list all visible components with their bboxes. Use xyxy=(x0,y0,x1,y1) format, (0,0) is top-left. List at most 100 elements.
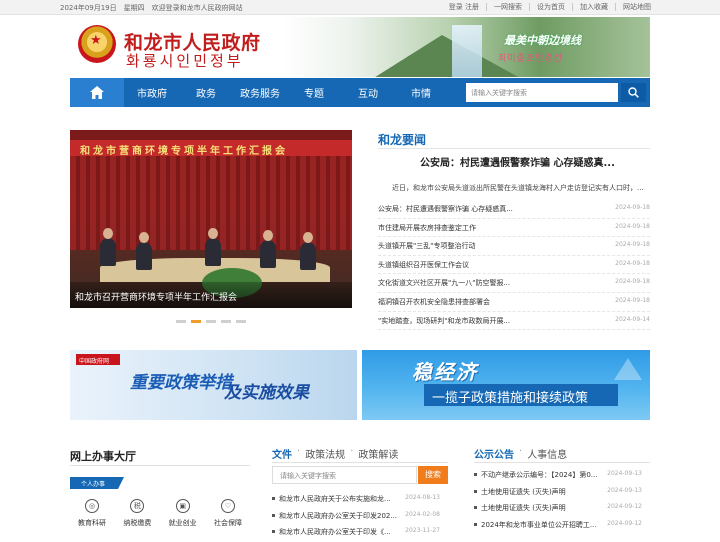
list-item[interactable]: 市住建局开展农房排查鉴定工作 2024-09-18 xyxy=(378,219,650,238)
news-title[interactable]: "实地踏查，现场研判"和龙市政数局开展... xyxy=(378,316,510,326)
attendee-figure xyxy=(260,230,276,268)
service-tax[interactable]: 税 纳税缴费 xyxy=(115,499,159,528)
home-button[interactable] xyxy=(70,78,124,107)
announce-title[interactable]: 土地使用证遗失 (灭失)声明 xyxy=(474,487,566,497)
news-title[interactable]: 公安局：村民遭遇假警察诈骗 心存疑惑真... xyxy=(378,204,513,214)
doc-title[interactable]: 和龙市人民政府办公室关于印发202... xyxy=(272,511,397,521)
tab-separator: · xyxy=(519,446,523,457)
nav-item-topics[interactable]: 专题 xyxy=(304,85,324,100)
doc-date: 2023-11-27 xyxy=(405,527,440,534)
news-title[interactable]: 市住建局开展农房排查鉴定工作 xyxy=(378,223,476,233)
list-item[interactable]: 和龙市人民政府关于公布实施和龙... 2024-08-13 xyxy=(272,492,448,509)
nav-item-government-affairs[interactable]: 政务 xyxy=(196,85,216,100)
list-item[interactable]: 和龙市人民政府办公室关于印发202... 2024-02-08 xyxy=(272,509,448,526)
policy-measures-banner[interactable]: 中国政府网 重要政策举措 及实施效果 xyxy=(70,350,357,420)
news-title[interactable]: 文化街道文兴社区开展"九一八"防空警报... xyxy=(378,278,510,288)
national-emblem-icon[interactable] xyxy=(78,25,116,63)
slider-dot-active[interactable] xyxy=(191,320,201,323)
news-title[interactable]: 福洞镇召开农机安全隐患排查部署会 xyxy=(378,297,490,307)
add-favorite-link[interactable]: 加入收藏 xyxy=(572,3,615,11)
attendee-figure xyxy=(100,228,116,266)
service-icon-grid: ◎ 教育科研 税 纳税缴费 ▣ 就业创业 ♡ 社会保障 xyxy=(70,499,250,528)
nav-item-gov-services[interactable]: 政务服务 xyxy=(240,85,280,100)
nav-item-city-info[interactable]: 市情 xyxy=(411,85,431,100)
nav-item-city-gov[interactable]: 市政府 xyxy=(137,85,167,100)
list-item[interactable]: 不动产继承公示编号：【2024】第0... 2024-09-13 xyxy=(474,468,650,485)
nav-search-button[interactable] xyxy=(621,83,646,102)
news-date: 2024-09-18 xyxy=(615,204,650,211)
list-item[interactable]: 文化街道文兴社区开展"九一八"防空警报... 2024-09-18 xyxy=(378,274,650,293)
announce-title[interactable]: 土地使用证遗失 (灭失)声明 xyxy=(474,503,566,513)
service-hall-heading[interactable]: 网上办事大厅 xyxy=(70,448,136,464)
attendee-figure xyxy=(205,228,221,266)
nav-search-input[interactable]: 请输入关键字搜索 xyxy=(466,83,618,102)
service-social-security[interactable]: ♡ 社会保障 xyxy=(206,499,250,528)
banner-slogan-korean: 최미중조변경선 xyxy=(498,54,563,64)
service-education[interactable]: ◎ 教育科研 xyxy=(70,499,114,528)
news-date: 2024-09-14 xyxy=(615,315,650,323)
docs-tabs: 文件 · 政策法规 · 政策解读 xyxy=(272,446,398,461)
list-item[interactable]: 头道镇开展"三乱"专项整治行动 2024-09-18 xyxy=(378,237,650,256)
list-item[interactable]: 头道镇组织召开医保工作会议 2024-09-18 xyxy=(378,256,650,275)
announce-title[interactable]: 2024年和龙市事业单位公开招聘工... xyxy=(474,520,597,530)
docs-list: 和龙市人民政府关于公布实施和龙... 2024-08-13 和龙市人民政府办公室关… xyxy=(272,492,448,542)
divider xyxy=(70,465,250,466)
list-item[interactable]: 和龙市人民政府办公室关于印发《... 2023-11-27 xyxy=(272,525,448,542)
news-slider-image[interactable]: 和龙市营商环境专项半年工作汇报会 和龙市召开营商环境专项半年工作汇报会 xyxy=(70,130,352,308)
docs-search-input[interactable]: 请输入关键字搜索 xyxy=(272,466,417,484)
tab-documents[interactable]: 文件 xyxy=(272,446,292,461)
sitemap-link[interactable]: 网站地图 xyxy=(615,3,658,11)
list-item[interactable]: "实地踏查，现场研判"和龙市政数局开展... 2024-09-14 xyxy=(378,312,650,331)
home-icon xyxy=(90,86,104,99)
slider-dot[interactable] xyxy=(206,320,216,323)
service-employment[interactable]: ▣ 就业创业 xyxy=(161,499,205,528)
list-item[interactable]: 土地使用证遗失 (灭失)声明 2024-09-13 xyxy=(474,485,650,502)
attendee-figure xyxy=(300,232,316,270)
announce-title[interactable]: 不动产继承公示编号：【2024】第0... xyxy=(474,470,597,480)
news-date: 2024-09-18 xyxy=(615,222,650,230)
news-heading[interactable]: 和龙要闻 xyxy=(378,131,426,148)
list-item[interactable]: 公安局：村民遭遇假警察诈骗 心存疑惑真... 2024-09-18 xyxy=(378,200,650,219)
news-title[interactable]: 头道镇开展"三乱"专项整治行动 xyxy=(378,241,475,251)
tab-personal-affairs[interactable]: 个人办事 xyxy=(70,477,124,489)
doc-title[interactable]: 和龙市人民政府办公室关于印发《... xyxy=(272,527,391,537)
tab-regulations[interactable]: 政策法规 xyxy=(305,446,345,461)
tab-announcements[interactable]: 公示公告 xyxy=(474,446,514,461)
search-all-link[interactable]: 一网搜索 xyxy=(486,3,529,11)
tab-separator: · xyxy=(297,446,301,457)
slider-dot[interactable] xyxy=(236,320,246,323)
banner-title: 稳经济 xyxy=(412,360,478,384)
doc-date: 2024-08-13 xyxy=(405,494,440,501)
list-item[interactable]: 2024年和龙市事业单位公开招聘工... 2024-09-12 xyxy=(474,518,650,535)
banner-subtitle: 及实施效果 xyxy=(224,383,309,403)
top-links: 登录 注册 一网搜索 设为首页 加入收藏 网站地图 xyxy=(442,3,658,11)
employment-icon: ▣ xyxy=(175,499,190,513)
tax-icon: 税 xyxy=(130,499,145,513)
service-label: 社会保障 xyxy=(213,519,242,527)
nav-item-interaction[interactable]: 互动 xyxy=(358,85,378,100)
list-item[interactable]: 福洞镇召开农机安全隐患排查部署会 2024-09-18 xyxy=(378,293,650,312)
news-date: 2024-09-18 xyxy=(615,259,650,267)
banner-title: 重要政策举措 xyxy=(130,373,232,393)
service-label: 就业创业 xyxy=(168,519,197,527)
divider xyxy=(474,462,650,463)
slider-dot[interactable] xyxy=(221,320,231,323)
site-header: 和龙市人民政府 화룡시인민정부 最美中朝边境线 최미중조변경선 xyxy=(0,15,720,78)
stabilize-economy-banner[interactable]: 稳经济 一揽子政策措施和接续政策 xyxy=(362,350,650,420)
slider-dot[interactable] xyxy=(176,320,186,323)
news-title[interactable]: 头道镇组织召开医保工作会议 xyxy=(378,260,469,270)
docs-search-button[interactable]: 搜索 xyxy=(418,466,448,484)
doc-date: 2024-02-08 xyxy=(405,510,440,518)
announce-list: 不动产继承公示编号：【2024】第0... 2024-09-13 土地使用证遗失 … xyxy=(474,468,650,534)
list-item[interactable]: 土地使用证遗失 (灭失)声明 2024-09-12 xyxy=(474,501,650,518)
doc-title[interactable]: 和龙市人民政府关于公布实施和龙... xyxy=(272,494,391,504)
set-homepage-link[interactable]: 设为首页 xyxy=(529,3,572,11)
tab-personnel-info[interactable]: 人事信息 xyxy=(527,446,567,461)
date-welcome-text: 2024年09月19日 星期四 欢迎登录和龙市人民政府网站 xyxy=(60,4,243,12)
tab-separator: · xyxy=(350,446,354,457)
tab-policy-interpretation[interactable]: 政策解读 xyxy=(358,446,398,461)
login-register-link[interactable]: 登录 注册 xyxy=(442,3,486,11)
news-headline[interactable]: 公安局：村民遭遇假警察诈骗 心存疑惑真... xyxy=(420,154,615,169)
slider-caption[interactable]: 和龙市召开营商环境专项半年工作汇报会 xyxy=(70,282,352,308)
gov-site-tag: 中国政府网 xyxy=(76,354,120,365)
